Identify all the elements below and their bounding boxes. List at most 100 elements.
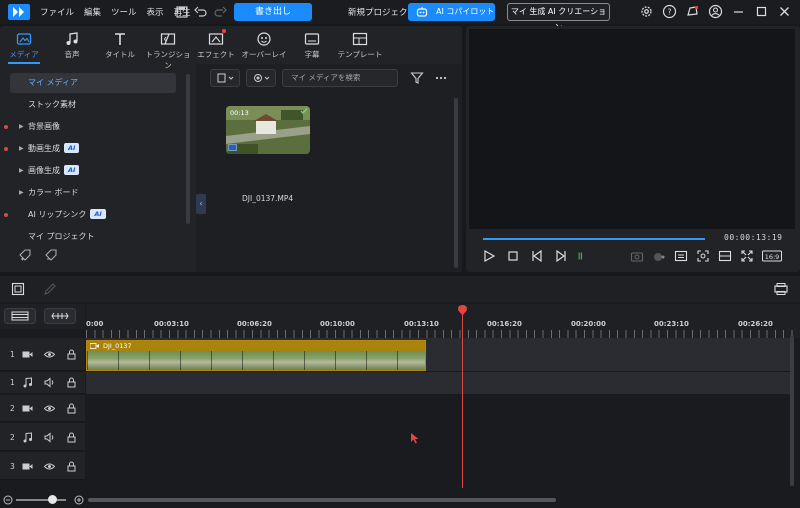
fullscreen-icon[interactable] bbox=[740, 249, 754, 263]
select-tool-icon[interactable] bbox=[11, 282, 25, 296]
sidebar-item-color-board[interactable]: ▶ カラー ボード bbox=[10, 183, 176, 203]
subtitle-display-icon[interactable] bbox=[674, 249, 688, 263]
library-scrollbar[interactable] bbox=[454, 98, 458, 268]
ai-badge: AI bbox=[90, 209, 106, 219]
zoom-out-icon[interactable] bbox=[3, 495, 13, 505]
sidebar-item-image-gen[interactable]: ▶ 画像生成 AI bbox=[10, 161, 176, 181]
track-manager-button[interactable] bbox=[4, 308, 36, 324]
timeline-vertical-scrollbar[interactable] bbox=[790, 336, 794, 486]
expand-arrow-icon[interactable]: ▶ bbox=[19, 139, 24, 159]
maximize-icon[interactable] bbox=[754, 4, 769, 19]
volume-knob-icon[interactable] bbox=[652, 249, 666, 263]
playhead-handle[interactable] bbox=[457, 305, 468, 316]
redo-icon[interactable] bbox=[213, 5, 227, 19]
add-tag-icon[interactable] bbox=[18, 248, 32, 262]
track-row[interactable] bbox=[86, 395, 790, 451]
media-sidebar: マイ メディア ストック素材 ▶ 背景画像 ▶ 動画生成 AI ▶ 画像生成 AI ▶ カラ… bbox=[0, 68, 194, 272]
speaker-icon[interactable] bbox=[44, 432, 55, 443]
aspect-ratio-button[interactable]: 16:9 bbox=[762, 249, 782, 263]
playhead-line[interactable] bbox=[462, 305, 463, 488]
music-icon bbox=[66, 32, 78, 45]
checkmark-icon bbox=[300, 108, 308, 115]
visibility-eye-icon[interactable] bbox=[44, 461, 55, 472]
sidebar-item-my-project[interactable]: マイ プロジェクト bbox=[10, 227, 176, 247]
render-preview-icon[interactable] bbox=[773, 282, 789, 296]
timeline-horizontal-scrollbar[interactable] bbox=[88, 498, 556, 502]
menu-file[interactable]: ファイル bbox=[40, 6, 74, 18]
help-icon[interactable]: ? bbox=[662, 4, 677, 19]
fit-timeline-button[interactable] bbox=[44, 308, 76, 324]
account-icon[interactable] bbox=[708, 4, 723, 19]
settings-gear-icon[interactable] bbox=[639, 4, 654, 19]
tab-template[interactable]: テンプレート bbox=[336, 26, 384, 64]
menu-tools[interactable]: ツール bbox=[111, 6, 137, 18]
stop-icon[interactable] bbox=[506, 249, 520, 263]
zoom-slider-knob[interactable] bbox=[48, 495, 57, 504]
import-button[interactable] bbox=[210, 69, 240, 87]
focus-zoom-icon[interactable] bbox=[696, 249, 710, 263]
tab-title[interactable]: タイトル bbox=[96, 26, 144, 64]
media-icon bbox=[16, 33, 32, 45]
track-header-audio-1: 1 bbox=[0, 372, 85, 394]
minimize-icon[interactable] bbox=[731, 4, 746, 19]
dual-view-icon[interactable] bbox=[718, 249, 732, 263]
ai-badge: AI bbox=[64, 143, 80, 153]
save-icon[interactable] bbox=[175, 5, 189, 19]
media-thumbnail[interactable]: 00:13 bbox=[226, 106, 310, 154]
lock-icon[interactable] bbox=[66, 349, 77, 360]
export-button[interactable]: 書き出し bbox=[234, 3, 312, 21]
sidebar-item-my-media[interactable]: マイ メディア bbox=[10, 73, 176, 93]
lock-icon[interactable] bbox=[66, 432, 77, 443]
tab-subtitle[interactable]: 字幕 bbox=[288, 26, 336, 64]
sidebar-scrollbar[interactable] bbox=[186, 74, 190, 224]
ai-copilot-button[interactable]: AI コパイロット bbox=[408, 3, 495, 21]
filter-icon[interactable] bbox=[410, 71, 424, 85]
sidebar-item-lipsync[interactable]: AI リップシンク AI bbox=[4, 205, 176, 225]
collapse-sidebar-button[interactable]: ‹ bbox=[196, 194, 206, 214]
more-options-icon[interactable] bbox=[434, 71, 448, 85]
lock-icon[interactable] bbox=[66, 377, 77, 388]
sidebar-item-video-gen[interactable]: ▶ 動画生成 AI bbox=[4, 139, 176, 159]
tab-audio[interactable]: 音声 bbox=[48, 26, 96, 64]
preview-screen bbox=[469, 29, 795, 229]
lock-icon[interactable] bbox=[66, 403, 77, 414]
notification-icon[interactable] bbox=[685, 4, 700, 19]
expand-arrow-icon[interactable]: ▶ bbox=[19, 161, 24, 181]
edit-pen-icon[interactable] bbox=[43, 282, 57, 296]
menu-edit[interactable]: 編集 bbox=[84, 6, 101, 18]
play-icon[interactable] bbox=[482, 249, 496, 263]
playback-progress-bar[interactable] bbox=[483, 238, 705, 240]
menu-view[interactable]: 表示 bbox=[147, 6, 164, 18]
visibility-eye-icon[interactable] bbox=[44, 349, 55, 360]
tab-media[interactable]: メディア bbox=[0, 26, 48, 64]
track-row[interactable] bbox=[86, 372, 790, 394]
zoom-in-icon[interactable] bbox=[74, 495, 84, 505]
lock-icon[interactable] bbox=[66, 461, 77, 472]
tab-transition[interactable]: トランジション bbox=[144, 26, 192, 70]
sidebar-item-background[interactable]: ▶ 背景画像 bbox=[4, 117, 176, 137]
new-badge-dot bbox=[4, 125, 8, 129]
undo-icon[interactable] bbox=[194, 5, 208, 19]
next-frame-icon[interactable] bbox=[554, 249, 568, 263]
speaker-icon[interactable] bbox=[44, 377, 55, 388]
tab-effect[interactable]: エフェクト bbox=[192, 26, 240, 64]
my-ai-creation-button[interactable]: マイ 生成 AI クリエーション bbox=[507, 3, 610, 32]
expand-arrow-icon[interactable]: ▶ bbox=[19, 183, 24, 203]
video-clip[interactable]: DJI_0137 bbox=[86, 340, 426, 371]
snapshot-camera-icon[interactable] bbox=[630, 249, 644, 263]
sidebar-item-label: マイ メディア bbox=[28, 78, 78, 87]
remove-tag-icon[interactable] bbox=[44, 248, 58, 262]
track-number: 2 bbox=[10, 404, 15, 413]
media-search-input[interactable]: マイ メディアを検索 bbox=[282, 69, 398, 87]
clip-title-bar: DJI_0137 bbox=[87, 341, 425, 351]
expand-arrow-icon[interactable]: ▶ bbox=[19, 117, 24, 137]
timeline-ruler[interactable]: 0:00 00:03:10 00:06:20 00:10:00 00:13:10… bbox=[86, 304, 800, 338]
zoom-slider-track[interactable] bbox=[16, 499, 66, 501]
close-icon[interactable] bbox=[777, 4, 792, 19]
record-button[interactable] bbox=[246, 69, 276, 87]
visibility-eye-icon[interactable] bbox=[44, 403, 55, 414]
previous-frame-icon[interactable] bbox=[530, 249, 544, 263]
tab-overlay[interactable]: オーバーレイ bbox=[240, 26, 288, 64]
sidebar-item-stock[interactable]: ストック素材 bbox=[10, 95, 176, 115]
sidebar-item-label: 背景画像 bbox=[28, 122, 60, 131]
